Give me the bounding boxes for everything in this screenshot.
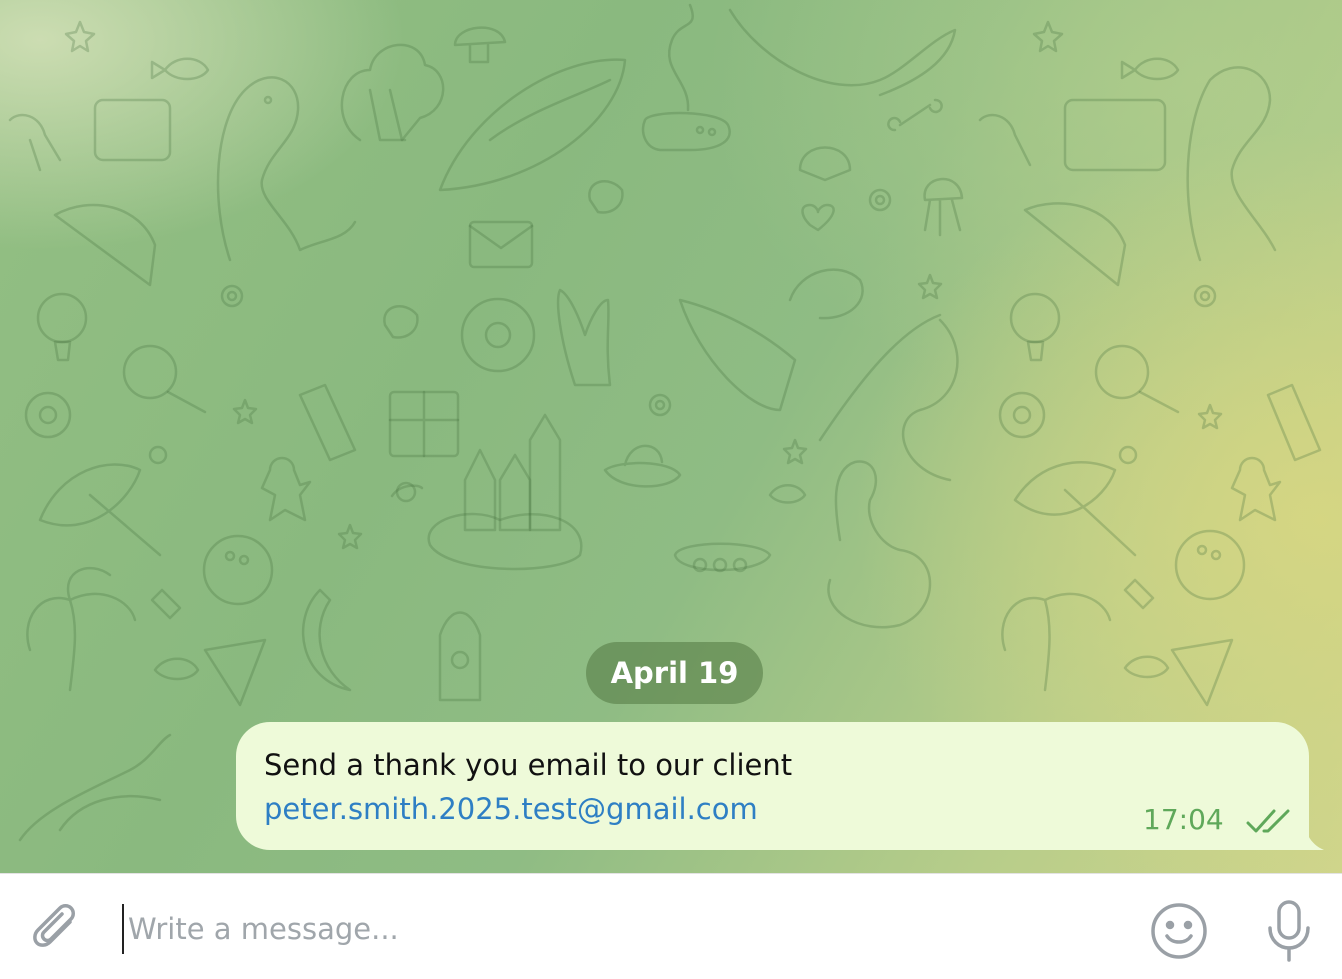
message-text: Send a thank you email to our client xyxy=(264,748,793,782)
message-input[interactable] xyxy=(122,904,1102,954)
bubble-tail xyxy=(1290,812,1324,850)
message-email-link[interactable]: peter.smith.2025.test@gmail.com xyxy=(264,789,758,829)
message-timestamp: 17:04 xyxy=(1143,803,1224,836)
paperclip-icon[interactable] xyxy=(30,902,86,958)
message-composer xyxy=(0,873,1342,979)
smiley-icon[interactable] xyxy=(1148,900,1210,962)
double-check-icon xyxy=(1246,809,1290,833)
date-separator: April 19 xyxy=(586,642,763,704)
microphone-icon[interactable] xyxy=(1262,898,1316,964)
